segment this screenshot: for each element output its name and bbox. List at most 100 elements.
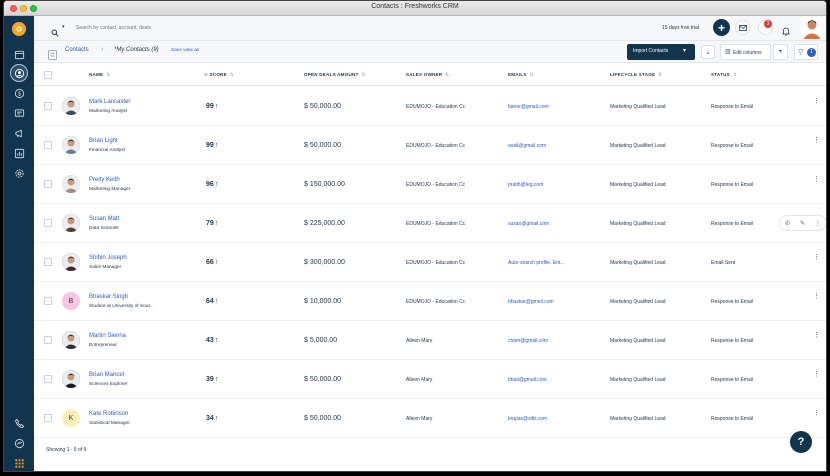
contact-email[interactable]: Auto-search profile. Ent... bbox=[508, 260, 564, 266]
edit-icon[interactable]: ✎ bbox=[800, 220, 805, 227]
contact-avatar[interactable] bbox=[62, 331, 80, 349]
contact-email[interactable]: bhaskar@gmail.com bbox=[508, 299, 554, 305]
table-row[interactable]: K Kate Robinson Statistical Manager 34↑ $ 50… bbox=[34, 399, 826, 438]
contact-name[interactable]: Kate Robinson bbox=[89, 411, 128, 417]
row-more-icon[interactable]: ⋮ bbox=[813, 176, 820, 183]
contact-name[interactable]: Mark Lancaster bbox=[89, 99, 130, 105]
edit-columns-dropdown[interactable]: ▾ bbox=[773, 44, 788, 60]
quick-add-button[interactable]: + bbox=[713, 19, 730, 36]
contact-name[interactable]: Brian Light bbox=[89, 138, 118, 144]
row-more-icon[interactable]: ⋮ bbox=[813, 98, 820, 105]
search-scope-dropdown-icon[interactable]: ▾ bbox=[62, 24, 65, 30]
row-more-icon[interactable]: ⋮ bbox=[813, 332, 820, 339]
contact-avatar[interactable] bbox=[62, 253, 80, 271]
contact-email[interactable]: bhati@gmail.com bbox=[508, 377, 547, 383]
trial-text[interactable]: 15 days free trial bbox=[662, 25, 699, 31]
contact-name[interactable]: Martin Sienna bbox=[89, 333, 126, 339]
export-button[interactable]: ⇣ bbox=[701, 45, 715, 59]
contact-avatar[interactable] bbox=[62, 175, 80, 193]
table-row[interactable]: Brian Light Financial Analyst 99↑ $ 50,000.… bbox=[34, 126, 826, 165]
settings-icon[interactable] bbox=[10, 164, 28, 182]
current-view-name[interactable]: *My Contacts (9) bbox=[114, 47, 159, 53]
contact-email[interactable]: cham@gmail.com bbox=[508, 338, 548, 344]
contact-email[interactable]: baner@gmail.com bbox=[508, 104, 549, 110]
row-checkbox[interactable] bbox=[44, 258, 52, 266]
bell-icon[interactable] bbox=[782, 23, 790, 41]
row-more-icon[interactable]: ⋮ bbox=[813, 293, 820, 300]
row-more-icon[interactable]: ⋮ bbox=[813, 410, 820, 417]
row-checkbox[interactable] bbox=[44, 414, 52, 422]
import-dropdown-icon[interactable]: ▾ bbox=[683, 47, 686, 54]
more-actions-icon[interactable]: ⋮ bbox=[815, 220, 821, 227]
table-row[interactable]: Shibin Joseph Sales Manager 66↑ $ 300,000.0… bbox=[34, 243, 826, 282]
row-checkbox[interactable] bbox=[44, 102, 52, 110]
help-button[interactable]: ? bbox=[790, 431, 812, 453]
deals-icon[interactable]: $ bbox=[10, 84, 28, 102]
contact-email[interactable]: avali@gmail.com bbox=[508, 143, 546, 149]
column-header-score[interactable]: ⊙ SCORE ⇅ bbox=[204, 72, 234, 78]
row-more-icon[interactable]: ⋮ bbox=[813, 254, 820, 261]
import-contacts-label: Import Contacts bbox=[633, 48, 669, 54]
search-input[interactable] bbox=[76, 22, 276, 34]
contact-job-title: Sales Manager bbox=[89, 265, 122, 270]
app-logo[interactable] bbox=[12, 22, 26, 36]
notifications-button[interactable]: 3 bbox=[758, 20, 773, 35]
column-header-status[interactable]: STATUS ⇅ bbox=[711, 72, 737, 78]
chat-icon[interactable] bbox=[10, 104, 28, 122]
contact-email[interactable]: krupas@xdb.com bbox=[508, 416, 547, 422]
contact-avatar[interactable]: B bbox=[62, 292, 80, 310]
table-row[interactable]: Susan Matt Data Scientist 79↑ $ 225,000.00 E… bbox=[34, 204, 826, 243]
row-checkbox[interactable] bbox=[44, 297, 52, 305]
select-all-checkbox[interactable] bbox=[44, 71, 52, 79]
column-header-stage[interactable]: LIFECYCLE STAGE ⇅ bbox=[610, 72, 662, 78]
open-deals-amount: $ 50,000.00 bbox=[304, 142, 341, 149]
contact-name[interactable]: Shibin Joseph bbox=[89, 255, 127, 261]
row-more-icon[interactable]: ⋮ bbox=[813, 137, 820, 144]
contact-name[interactable]: Preity Keith bbox=[89, 177, 120, 183]
mail-button[interactable] bbox=[735, 20, 750, 35]
contact-avatar[interactable] bbox=[62, 370, 80, 388]
phone-icon[interactable] bbox=[10, 414, 28, 432]
table-row[interactable]: Preity Keith Marketing Manager 96↑ $ 150,00… bbox=[34, 165, 826, 204]
column-header-deals[interactable]: OPEN DEALS AMOUNT ⇅ bbox=[304, 72, 366, 78]
contact-avatar[interactable]: K bbox=[62, 409, 80, 427]
contacts-icon[interactable] bbox=[10, 64, 28, 82]
contact-name[interactable]: Bhaskar Singh bbox=[89, 294, 128, 300]
contact-avatar[interactable] bbox=[62, 136, 80, 154]
reports-icon[interactable] bbox=[10, 144, 28, 162]
contact-name[interactable]: Susan Matt bbox=[89, 216, 119, 222]
save-view-as-link[interactable]: Save view as bbox=[171, 48, 199, 53]
table-row[interactable]: Martin Sienna Entrepreneur 43↑ $ 5,000.00 Al… bbox=[34, 321, 826, 360]
row-more-icon[interactable]: ⋮ bbox=[813, 371, 820, 378]
filter-button[interactable]: ▽ 1 bbox=[794, 44, 818, 60]
contact-avatar[interactable] bbox=[62, 97, 80, 115]
import-contacts-button[interactable]: Import Contacts ▾ bbox=[627, 44, 695, 60]
contact-job-title: Sciences Explorer bbox=[89, 382, 128, 387]
calendar-icon[interactable] bbox=[10, 45, 28, 63]
column-header-name[interactable]: NAME ⇅ bbox=[89, 72, 110, 78]
table-row[interactable]: B Bhaskar Singh Student at University of S… bbox=[34, 282, 826, 321]
list-view-icon[interactable] bbox=[48, 47, 57, 65]
contact-email[interactable]: pratih@teg.com bbox=[508, 182, 543, 188]
campaigns-icon[interactable] bbox=[10, 124, 28, 142]
row-checkbox[interactable] bbox=[44, 219, 52, 227]
contact-name[interactable]: Brian Mancet bbox=[89, 372, 124, 378]
call-icon[interactable]: ✆ bbox=[785, 220, 790, 227]
contact-email[interactable]: susan@gmail.com bbox=[508, 221, 549, 227]
apps-grid-icon[interactable] bbox=[10, 454, 28, 471]
user-avatar[interactable] bbox=[801, 17, 823, 39]
search-icon[interactable] bbox=[51, 24, 59, 42]
edit-columns-button[interactable]: ▥ Edit columns bbox=[720, 44, 771, 60]
breadcrumb-contacts[interactable]: Contacts bbox=[65, 47, 89, 53]
column-header-owner[interactable]: SALES OWNER ⇅ bbox=[406, 72, 449, 78]
column-header-emails[interactable]: EMAILS ⇅ bbox=[508, 72, 534, 78]
row-checkbox[interactable] bbox=[44, 375, 52, 383]
sales-owner: EDUMOJO - Education Cc bbox=[406, 221, 466, 227]
row-checkbox[interactable] bbox=[44, 141, 52, 149]
contact-avatar[interactable] bbox=[62, 214, 80, 232]
table-row[interactable]: Mark Lancaster Marketing Analyst 99↑ $ 50,0… bbox=[34, 87, 826, 126]
table-row[interactable]: Brian Mancet Sciences Explorer 39↑ $ 50,000… bbox=[34, 360, 826, 399]
messenger-icon[interactable] bbox=[10, 434, 28, 452]
row-checkbox[interactable] bbox=[44, 336, 52, 344]
row-checkbox[interactable] bbox=[44, 180, 52, 188]
